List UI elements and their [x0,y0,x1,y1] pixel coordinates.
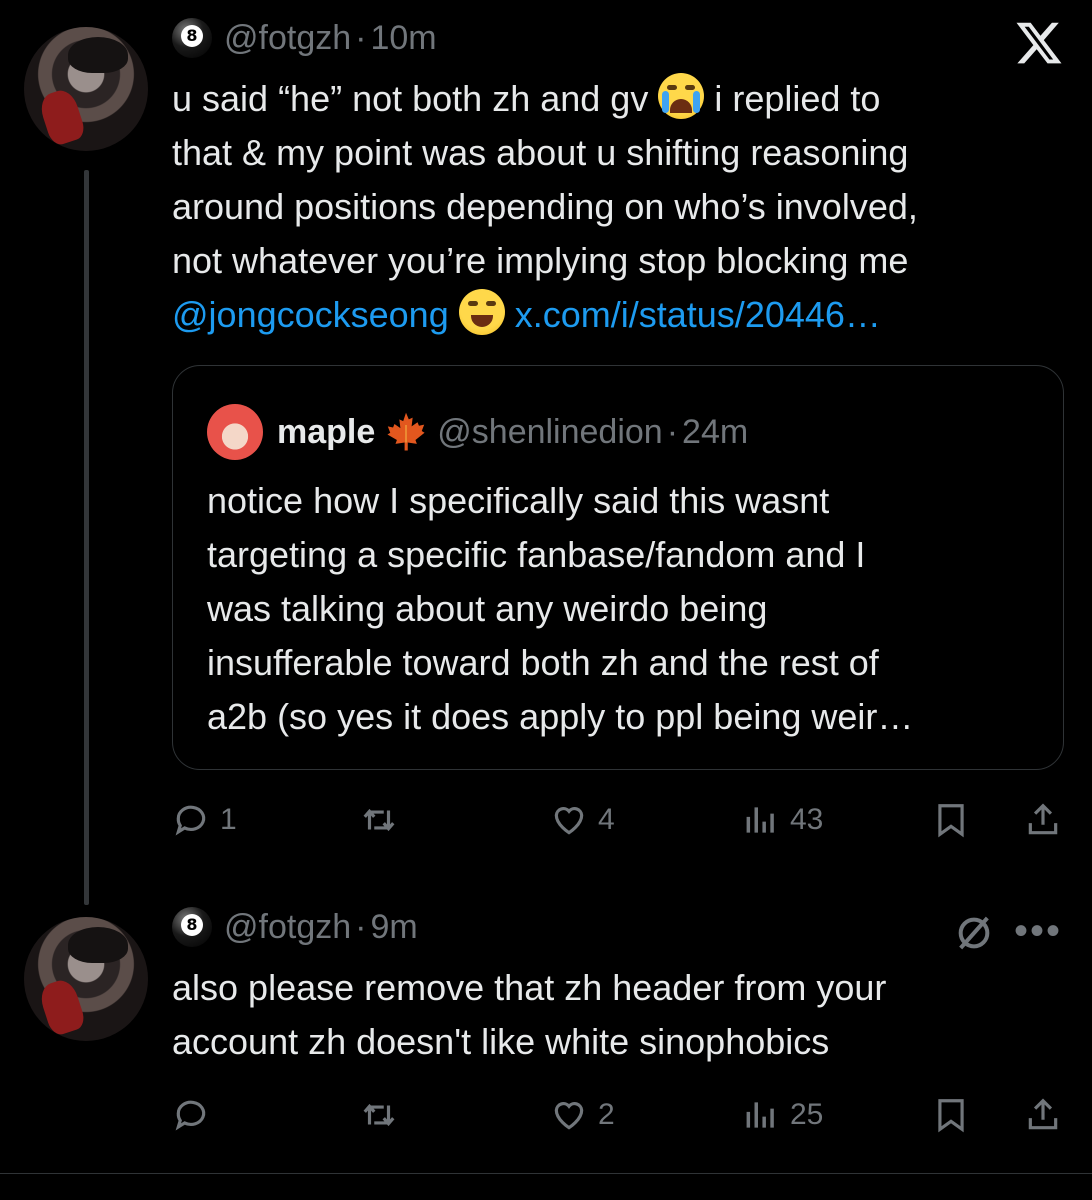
tweet-time[interactable]: 10m [370,19,436,58]
reply-icon [175,1100,206,1131]
views-button[interactable]: 25 [742,1085,823,1145]
grok-slash-icon[interactable] [954,913,994,953]
view-count: 25 [790,1098,824,1131]
header-separator: · [355,907,367,946]
tweet[interactable]: 8 @fotgzh · 9m ••• also please remove th… [0,895,1092,1173]
bookmark-button[interactable] [932,1085,970,1145]
quoted-tweet-text: notice how I specifically said this wasn… [207,480,914,737]
loudly-crying-face-icon [658,73,705,119]
bookmark-button[interactable] [932,790,970,850]
heart-icon [554,1102,584,1130]
author-handle[interactable]: @fotgzh [224,908,351,947]
share-icon [1028,803,1058,835]
tweet-text: also please remove that zh header from y… [172,967,887,1062]
like-button[interactable]: 4 [550,790,615,850]
tweet-text-segment [505,294,515,335]
author-handle[interactable]: @fotgzh [224,19,351,58]
like-button[interactable]: 2 [550,1085,615,1145]
repost-button[interactable] [360,790,408,850]
tweet-text-segment: u said “he” not both zh and gv [172,78,659,119]
views-button[interactable]: 43 [742,790,823,850]
quoted-avatar[interactable] [207,404,263,460]
view-count: 43 [790,803,824,836]
tweet-action-bar: 2 25 [172,1085,1064,1145]
reply-icon [175,805,206,836]
quoted-tweet-header: maple @shenlinedion · 24m [207,404,748,460]
quoted-tweet[interactable]: maple @shenlinedion · 24m notice how I s… [172,365,1064,770]
views-bars-icon [746,1102,774,1128]
reply-button[interactable] [172,1085,220,1145]
tweet-action-bar: 1 4 43 [172,790,1064,850]
header-separator: · [355,18,367,57]
bookmark-icon [938,804,964,838]
8-ball-emoji-icon: 8 [172,18,212,58]
tweet-text: u said “he” not both zh and gv i replied… [172,72,1052,342]
repost-icon [363,1103,395,1127]
tweet-time[interactable]: 9m [370,908,417,947]
more-dots-icon[interactable]: ••• [1014,911,1062,951]
thread-connector-line [84,170,89,905]
repost-icon [363,808,395,832]
like-count: 4 [598,803,615,836]
8-ball-emoji-icon: 8 [172,907,212,947]
heart-icon [554,807,584,835]
reply-button[interactable]: 1 [172,790,237,850]
quoted-author-name[interactable]: maple [277,413,375,452]
quoted-author-handle[interactable]: @shenlinedion [437,413,662,452]
face-with-tears-of-joy-icon [458,289,505,335]
tweet-text-segment [449,294,459,335]
share-button[interactable] [1024,790,1062,850]
tweet[interactable]: 8 @fotgzh · 10m u said “he” not both zh … [0,0,1092,905]
url-link[interactable]: x.com/i/status/20446… [515,294,881,335]
x-logo-icon[interactable] [1014,18,1064,68]
tweet-header: 8 @fotgzh · 9m [172,907,418,947]
avatar[interactable] [24,27,148,151]
avatar[interactable] [24,917,148,1041]
tweet-header: 8 @fotgzh · 10m [172,18,437,58]
like-count: 2 [598,1098,615,1131]
views-bars-icon [746,807,774,833]
share-button[interactable] [1024,1085,1062,1145]
mention-link[interactable]: @jongcockseong [172,294,449,335]
quoted-separator: · [666,412,679,451]
repost-button[interactable] [360,1085,408,1145]
maple-leaf-icon [387,412,425,451]
reply-count: 1 [220,803,237,836]
share-icon [1028,1098,1058,1130]
bottom-divider [0,1173,1092,1174]
bookmark-icon [938,1099,964,1133]
quoted-time[interactable]: 24m [682,413,748,452]
thread-view: 8 @fotgzh · 10m u said “he” not both zh … [0,0,1092,1200]
